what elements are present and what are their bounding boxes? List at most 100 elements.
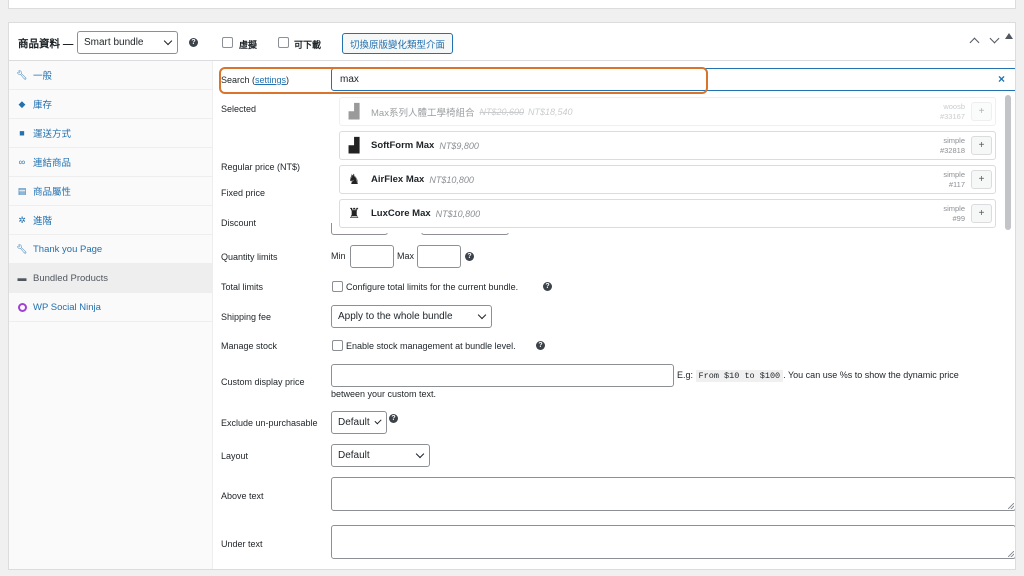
tab-advanced[interactable]: ✲ 進階 — [9, 206, 213, 235]
shipping-fee-select[interactable]: Apply to the whole bundle — [331, 305, 492, 328]
total-limits-checkbox[interactable] — [332, 281, 343, 292]
move-down-icon[interactable] — [989, 33, 1000, 44]
result-meta: woosb #33167 — [939, 102, 965, 121]
product-thumbnail: ▟ — [348, 103, 360, 119]
virtual-checkbox[interactable] — [222, 37, 233, 48]
product-thumbnail: ♞ — [347, 171, 361, 187]
result-meta: simple #99 — [943, 204, 965, 223]
result-old-price: NT$20,600 — [479, 106, 524, 117]
max-label: Max — [397, 251, 415, 261]
top-panel-edge — [8, 0, 1016, 9]
min-quantity-input[interactable] — [350, 245, 394, 268]
tag-icon: ◆ — [18, 98, 26, 109]
downloadable-checkbox[interactable] — [278, 37, 289, 48]
discount-label: Discount — [221, 218, 257, 228]
result-item[interactable]: ♞ AirFlex Max NT$10,800 simple #117 + — [339, 165, 996, 194]
tab-shipping[interactable]: ■ 運送方式 — [9, 119, 213, 148]
tab-bundled-products[interactable]: ▬ Bundled Products — [9, 264, 213, 293]
product-data-tabs: 🔧︎ 一般 ◆ 庫存 ■ 運送方式 ∞ 連結商品 ▤ 商品屬性 ✲ 進階 🔧︎ … — [9, 61, 213, 569]
clear-search-icon[interactable]: × — [998, 72, 1005, 86]
manage-stock-checkbox[interactable] — [332, 340, 343, 351]
result-name: SoftForm Max — [371, 140, 435, 151]
table-icon: ▤ — [17, 185, 27, 196]
above-text-label: Above text — [221, 491, 264, 501]
results-scrollbar[interactable] — [1005, 95, 1011, 230]
help-icon[interactable]: ? — [189, 38, 198, 47]
result-meta: simple #32818 — [939, 136, 965, 155]
tab-general[interactable]: 🔧︎ 一般 — [9, 61, 213, 90]
add-product-button[interactable]: + — [971, 204, 992, 223]
ninja-icon — [17, 302, 27, 312]
regular-price-label: Regular price (NT$) — [221, 162, 301, 172]
result-name: Max系列人體工學椅組合 — [371, 107, 475, 119]
exclude-unpurchasable-select[interactable]: Default — [331, 411, 387, 434]
tab-label: 運送方式 — [33, 129, 72, 140]
under-text-label: Under text — [221, 539, 263, 549]
wrench-icon: 🔧︎ — [16, 243, 28, 254]
resize-handle[interactable] — [1008, 503, 1014, 509]
shipping-fee-label: Shipping fee — [221, 312, 272, 322]
link-icon: ∞ — [18, 157, 26, 167]
tab-label: 一般 — [33, 71, 53, 82]
layout-select[interactable]: Default — [331, 444, 430, 467]
custom-display-price-label: Custom display price — [221, 377, 305, 387]
add-product-button[interactable]: + — [971, 136, 992, 155]
truck-icon: ■ — [19, 128, 25, 138]
result-price: NT$18,540 — [527, 106, 573, 117]
manage-stock-label: Manage stock — [221, 341, 278, 351]
tab-thank-you-page[interactable]: 🔧︎ Thank you Page — [9, 235, 213, 264]
virtual-label: 虛擬 — [239, 40, 258, 50]
total-limits-text: Configure total limits for the current b… — [346, 282, 519, 292]
help-icon[interactable]: ? — [465, 252, 474, 261]
add-product-button[interactable]: + — [971, 170, 992, 189]
move-up-icon[interactable] — [969, 37, 980, 48]
custom-display-price-input[interactable] — [331, 364, 674, 387]
result-item[interactable]: ▟ Max系列人體工學椅組合 NT$20,600 NT$18,540 woosb… — [339, 97, 996, 126]
product-type-value: Smart bundle — [84, 37, 144, 48]
example-code: From $10 to $100 — [695, 370, 784, 382]
shipping-fee-value: Apply to the whole bundle — [338, 311, 453, 322]
max-quantity-input[interactable] — [417, 245, 461, 268]
example-text: E.g: From $10 to $100. You can use %s to… — [677, 370, 959, 382]
tab-inventory[interactable]: ◆ 庫存 — [9, 90, 213, 119]
exclude-unpurchasable-label: Exclude un-purchasable — [221, 418, 318, 428]
panel-header: 商品資料 — Smart bundle ? 虛擬 可下載 切換原版變化類型介面 — [9, 23, 1015, 61]
product-type-select[interactable]: Smart bundle — [77, 31, 178, 54]
under-text-textarea[interactable] — [331, 525, 1015, 559]
tab-label: Thank you Page — [33, 243, 103, 255]
search-highlight-box — [219, 67, 708, 94]
resize-handle[interactable] — [1008, 551, 1014, 557]
add-product-button[interactable]: + — [971, 102, 992, 121]
result-name: AirFlex Max — [371, 174, 425, 185]
search-results-list: ▟ Max系列人體工學椅組合 NT$20,600 NT$18,540 woosb… — [339, 95, 1005, 233]
tab-label: 連結商品 — [33, 158, 72, 169]
tab-wp-social-ninja[interactable]: WP Social Ninja — [9, 293, 213, 322]
layout-label: Layout — [221, 451, 249, 461]
result-meta: simple #117 — [943, 170, 965, 189]
chevron-down-icon — [374, 417, 382, 425]
product-thumbnail: ▟ — [348, 137, 360, 153]
total-limits-label: Total limits — [221, 282, 264, 292]
above-text-textarea[interactable] — [331, 477, 1015, 511]
tab-label: WP Social Ninja — [33, 301, 101, 313]
downloadable-label: 可下載 — [294, 40, 322, 50]
tab-label: 庫存 — [33, 100, 53, 111]
help-icon[interactable]: ? — [543, 282, 552, 291]
toggle-panel-icon[interactable] — [1005, 33, 1013, 39]
chevron-down-icon — [415, 449, 425, 459]
result-item[interactable]: ▟ SoftForm Max NT$9,800 simple #32818 + — [339, 131, 996, 160]
panel-title: 商品資料 — — [18, 38, 74, 50]
quantity-limits-label: Quantity limits — [221, 252, 278, 262]
layout-value: Default — [338, 450, 370, 461]
result-name: LuxCore Max — [371, 208, 431, 219]
min-label: Min — [331, 251, 346, 261]
result-item[interactable]: ♜ LuxCore Max NT$10,800 simple #99 + — [339, 199, 996, 228]
tab-linked-products[interactable]: ∞ 連結商品 — [9, 148, 213, 177]
chevron-down-icon — [163, 36, 173, 46]
help-icon[interactable]: ? — [536, 341, 545, 350]
tab-label: Bundled Products — [33, 272, 108, 284]
switch-interface-label: 切換原版變化類型介面 — [349, 39, 445, 51]
tab-attributes[interactable]: ▤ 商品屬性 — [9, 177, 213, 206]
switch-interface-button[interactable]: 切換原版變化類型介面 — [342, 33, 453, 54]
help-icon[interactable]: ? — [389, 414, 398, 423]
